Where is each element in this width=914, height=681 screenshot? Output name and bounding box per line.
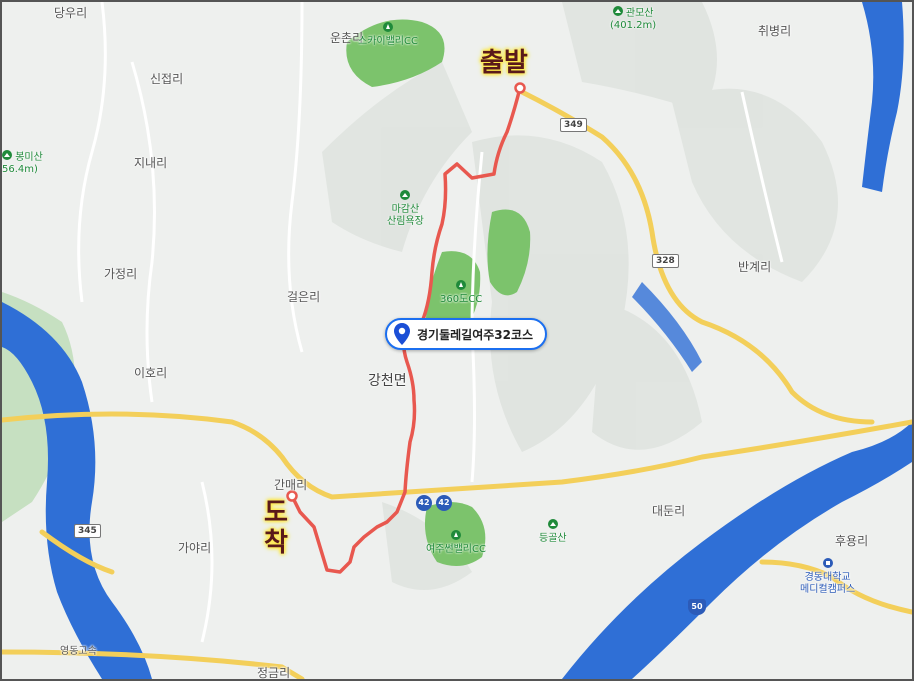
poi-yeojuvalley-label: 여주썬밸리CC (426, 544, 486, 555)
poi-university[interactable]: 경동대학교 메디컬캠퍼스 (800, 558, 855, 596)
map-frame: 당우리 운촌리 신접리 지내리 가정리 걸은리 이호리 강천면 간매리 가야리 … (0, 0, 914, 681)
place-danguri: 당우리 (54, 6, 88, 20)
road-349-shield: 349 (560, 118, 587, 132)
poi-deunggolsan-label: 등골산 (539, 533, 567, 544)
place-jinaeri: 지내리 (134, 156, 168, 170)
poi-skyvalley-label: 스카이밸리CC (358, 36, 418, 47)
end-label-2: 착 (264, 528, 288, 558)
place-gangcheonmyeon: 강천면 (368, 373, 407, 389)
place-georeunri: 걸은리 (287, 290, 321, 304)
place-bangyeri: 반계리 (738, 260, 772, 274)
place-iholi: 이호리 (134, 366, 168, 380)
place-sinjeopri: 신접리 (150, 72, 184, 86)
mountain-icon (547, 519, 558, 529)
start-label: 출발 (480, 48, 528, 78)
poi-left-mountain[interactable]: 봉미산 56.4m) (2, 150, 43, 176)
poi-left-mountain-line2: 56.4m) (2, 164, 38, 175)
poi-gwanmosan-height: (401.2m) (610, 20, 657, 31)
course-badge[interactable]: 경기둘레길여주32코스 (385, 318, 548, 350)
school-icon (822, 558, 833, 568)
expressway-label: 영동고속 (60, 646, 97, 657)
place-daedunri: 대둔리 (652, 504, 686, 518)
poi-university-line2: 메디컬캠퍼스 (800, 584, 856, 595)
location-pin-icon (394, 323, 410, 345)
poi-yeojuvalley[interactable]: 여주썬밸리CC (426, 530, 486, 556)
highway-50-shield: 50 (688, 599, 706, 615)
mountain-icon (612, 6, 623, 16)
poi-university-line1: 경동대학교 (804, 572, 851, 583)
place-chwibyeongri: 취병리 (758, 24, 792, 38)
golf-icon (456, 280, 467, 290)
poi-magamsan[interactable]: 마감산 산림욕장 (387, 190, 424, 228)
place-huyongri: 후용리 (835, 534, 869, 548)
course-badge-label: 경기둘레길여주32코스 (417, 327, 534, 342)
poi-magamsan-line1: 마감산 (391, 204, 420, 215)
road-42-shield-2: 42 (436, 495, 452, 511)
golf-icon (450, 530, 461, 540)
start-point[interactable] (514, 82, 526, 94)
road-345-shield: 345 (74, 524, 101, 538)
poi-360cc-label: 360도CC (440, 294, 483, 305)
poi-left-mountain-line1: 봉미산 (15, 152, 43, 163)
place-gayari: 가야리 (178, 541, 212, 555)
poi-skyvalley[interactable]: 스카이밸리CC (358, 22, 418, 48)
poi-deunggolsan[interactable]: 등골산 (539, 519, 567, 545)
poi-gwanmosan[interactable]: 관모산 (401.2m) (610, 6, 656, 32)
place-jeonggeumri: 정금리 (257, 666, 291, 680)
poi-360cc[interactable]: 360도CC (440, 280, 482, 306)
forest-icon (400, 190, 411, 200)
place-ganmaeri: 간매리 (274, 478, 308, 492)
poi-magamsan-line2: 산림욕장 (387, 216, 424, 227)
mountain-icon (2, 150, 12, 160)
place-gajeongri: 가정리 (104, 267, 138, 281)
road-42-shield-1: 42 (416, 495, 432, 511)
poi-gwanmosan-name: 관모산 (625, 8, 654, 19)
golf-icon (382, 22, 393, 32)
road-328-shield: 328 (652, 254, 679, 268)
